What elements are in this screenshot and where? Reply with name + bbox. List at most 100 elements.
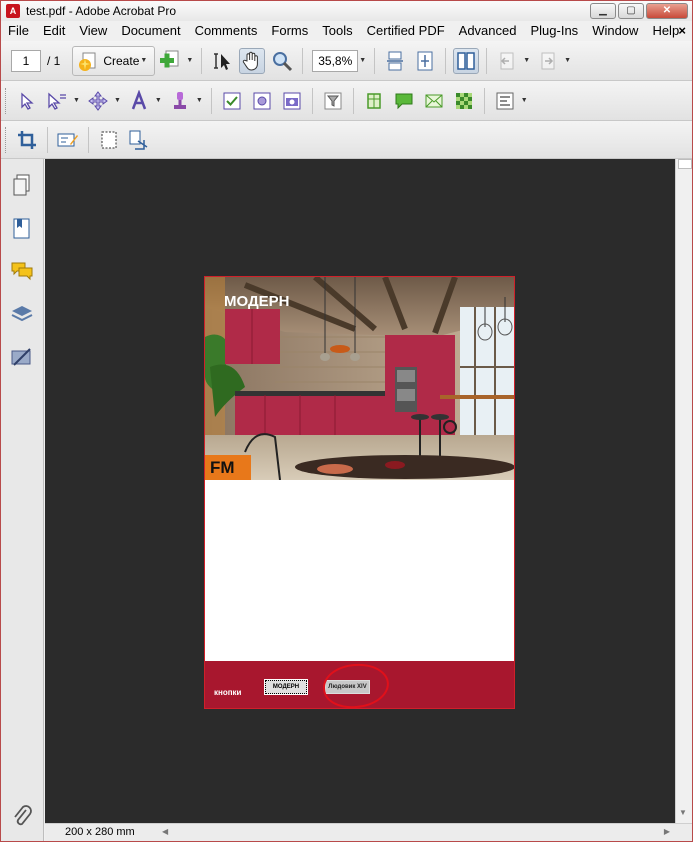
attachments-panel-button[interactable] xyxy=(10,804,34,828)
menu-comments[interactable]: Comments xyxy=(188,21,265,41)
toolbar-grip[interactable] xyxy=(5,87,8,114)
navigation-pane xyxy=(1,159,44,841)
fit-page-icon xyxy=(417,51,433,70)
toolbar-separator xyxy=(210,87,212,114)
green-box-icon xyxy=(367,92,381,109)
crop-tool-button[interactable] xyxy=(14,127,40,153)
acrobat-window: A test.pdf - Adobe Acrobat Pro ▁ ▢ ✕ Fil… xyxy=(0,0,693,842)
pages-panel-button[interactable] xyxy=(10,173,34,197)
select-tool-button[interactable] xyxy=(209,48,235,74)
select-object-button[interactable] xyxy=(14,88,40,114)
layers-panel-button[interactable] xyxy=(10,302,34,326)
chevron-down-icon[interactable]: ▼ xyxy=(523,57,530,64)
chevron-down-icon[interactable]: ▼ xyxy=(564,57,571,64)
stamp-icon xyxy=(173,91,186,109)
text-tool-button[interactable] xyxy=(126,88,152,114)
zoom-icon xyxy=(273,51,293,71)
stamp-tool-button[interactable] xyxy=(167,88,193,114)
create-pdf-icon xyxy=(79,52,96,71)
close-button[interactable]: ✕ xyxy=(646,3,688,19)
two-page-view-button[interactable] xyxy=(453,47,480,74)
buttons-label: кнопки xyxy=(214,688,242,697)
bookmarks-panel-button[interactable] xyxy=(10,216,34,240)
advanced-editing-toolbar xyxy=(1,121,692,159)
chevron-down-icon[interactable]: ▼ xyxy=(155,97,162,104)
title-bar: A test.pdf - Adobe Acrobat Pro ▁ ▢ ✕ xyxy=(1,1,692,21)
create-pdf-button[interactable]: Create ▼ xyxy=(72,45,156,76)
scrolling-mode-button[interactable] xyxy=(382,48,408,74)
scroll-right-arrow-icon[interactable]: ▶ xyxy=(664,827,670,836)
chevron-down-icon[interactable]: ▼ xyxy=(73,97,80,104)
modern-button[interactable]: МОДЕРН xyxy=(264,679,308,695)
gear-icon xyxy=(253,92,271,109)
comment-tool-button[interactable] xyxy=(391,88,417,114)
select-field-button[interactable] xyxy=(44,88,70,114)
crop-box-tool-button[interactable] xyxy=(361,88,387,114)
checkbox-tool-button[interactable] xyxy=(219,88,245,114)
signatures-panel-button[interactable] xyxy=(10,345,34,369)
pattern-tool-button[interactable] xyxy=(451,88,477,114)
previous-view-button[interactable] xyxy=(494,48,520,74)
combine-files-button[interactable] xyxy=(157,48,183,74)
reading-order-icon xyxy=(129,130,148,150)
pdf-page: МОДЕРН FM кнопки МОДЕРН Людовик XIV xyxy=(204,276,515,709)
zoom-tool-button[interactable] xyxy=(269,48,295,74)
chevron-down-icon[interactable]: ▼ xyxy=(359,57,366,64)
minimize-button[interactable]: ▁ xyxy=(590,3,616,19)
chevron-down-icon[interactable]: ▼ xyxy=(114,97,121,104)
chevron-down-icon: ▼ xyxy=(140,57,148,64)
vertical-scrollbar[interactable]: ▼ xyxy=(675,159,692,823)
page-size-label: 200 x 280 mm xyxy=(65,826,135,838)
total-pages-label: / 1 xyxy=(47,53,61,68)
menu-window[interactable]: Window xyxy=(585,21,645,41)
toolbar-grip[interactable] xyxy=(5,126,8,153)
next-view-button[interactable] xyxy=(535,48,561,74)
chevron-down-icon[interactable]: ▼ xyxy=(196,97,203,104)
main-toolbar: 1 / 1 Create ▼ ▼ 35,8% ▼ ▼ ▼ xyxy=(1,41,692,81)
scroll-down-arrow-icon[interactable]: ▼ xyxy=(679,808,687,817)
filter-tool-button[interactable] xyxy=(320,88,346,114)
touchup-reading-order-button[interactable] xyxy=(126,127,152,153)
menu-view[interactable]: View xyxy=(72,21,114,41)
pages-icon xyxy=(13,174,30,196)
menu-bar: File Edit View Document Comments Forms T… xyxy=(1,21,692,41)
menu-tools[interactable]: Tools xyxy=(315,21,359,41)
settings-tool-button[interactable] xyxy=(249,88,275,114)
snapshot-tool-button[interactable] xyxy=(279,88,305,114)
menu-advanced[interactable]: Advanced xyxy=(452,21,524,41)
menu-edit[interactable]: Edit xyxy=(36,21,72,41)
window-title: test.pdf - Adobe Acrobat Pro xyxy=(26,4,177,18)
fit-page-button[interactable] xyxy=(412,48,438,74)
fm-logo: FM xyxy=(205,455,251,480)
hand-tool-button[interactable] xyxy=(239,47,266,74)
envelope-icon xyxy=(425,94,443,107)
toolbar-separator xyxy=(352,87,354,114)
chevron-down-icon[interactable]: ▼ xyxy=(186,57,193,64)
scroll-left-arrow-icon[interactable]: ◀ xyxy=(162,827,168,836)
menu-plug-ins[interactable]: Plug-Ins xyxy=(523,21,585,41)
toolbar-separator xyxy=(88,126,89,153)
document-close-button[interactable]: × xyxy=(678,23,686,38)
comments-panel-button[interactable] xyxy=(10,259,34,283)
menu-certified-pdf[interactable]: Certified PDF xyxy=(360,21,452,41)
email-tool-button[interactable] xyxy=(421,88,447,114)
form-layout-button[interactable] xyxy=(492,88,518,114)
filter-icon xyxy=(324,92,342,109)
toolbar-separator xyxy=(445,47,447,74)
move-tool-button[interactable] xyxy=(85,88,111,114)
menu-document[interactable]: Document xyxy=(114,21,187,41)
zoom-level-input[interactable]: 35,8% xyxy=(312,49,359,72)
menu-forms[interactable]: Forms xyxy=(264,21,315,41)
touchup-object-button[interactable] xyxy=(96,127,122,153)
form-edit-button[interactable] xyxy=(55,127,81,153)
scroll-thumb[interactable] xyxy=(678,159,692,169)
selection-box-icon xyxy=(101,131,117,148)
menu-file[interactable]: File xyxy=(1,21,36,41)
arrow-cursor-icon xyxy=(21,92,34,110)
maximize-button[interactable]: ▢ xyxy=(618,3,644,19)
checkbox-icon xyxy=(223,92,241,109)
acrobat-app-icon: A xyxy=(6,4,20,18)
current-page-input[interactable]: 1 xyxy=(11,49,41,72)
chevron-down-icon[interactable]: ▼ xyxy=(521,97,528,104)
comment-bubble-icon xyxy=(395,93,413,109)
